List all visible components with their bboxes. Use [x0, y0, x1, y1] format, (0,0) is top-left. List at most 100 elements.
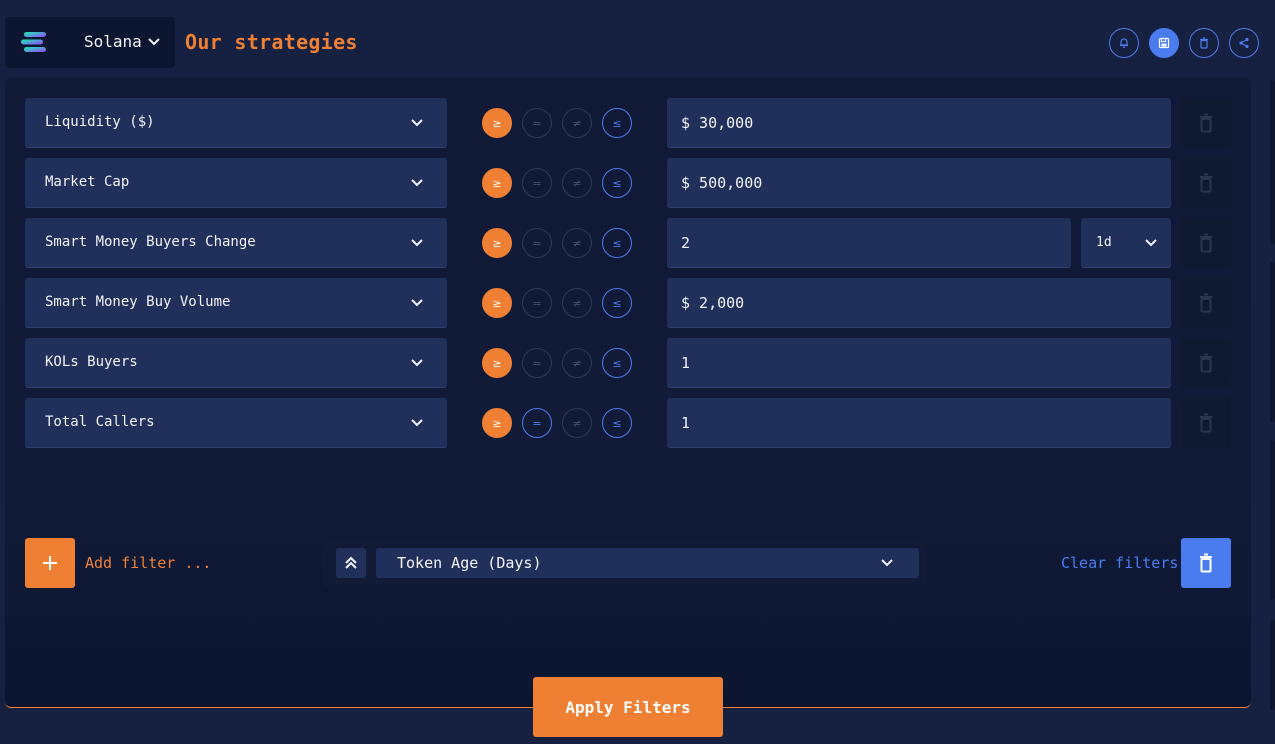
operator-gte-button[interactable]: ≥ — [482, 228, 512, 258]
filter-field-label: Smart Money Buy Volume — [45, 294, 231, 310]
filter-value-input[interactable]: $ 30,000 — [667, 98, 1171, 148]
chevron-down-icon — [411, 419, 423, 427]
operator-neq-button[interactable]: ≠ — [562, 168, 592, 198]
chain-selector[interactable]: Solana — [5, 17, 175, 68]
filter-field-label: Smart Money Buyers Change — [45, 234, 256, 250]
trash-icon — [1200, 113, 1212, 133]
page-title: Our strategies — [185, 30, 358, 54]
operator-eq-button[interactable]: = — [522, 228, 552, 258]
chevron-down-icon — [411, 359, 423, 367]
operator-lte-button[interactable]: ≤ — [602, 408, 632, 438]
filter-field-select[interactable]: Liquidity ($) — [25, 98, 447, 148]
operator-gte-button[interactable]: ≥ — [482, 168, 512, 198]
share-button[interactable] — [1229, 28, 1259, 58]
operator-eq-button[interactable]: = — [522, 408, 552, 438]
bell-icon — [1120, 38, 1128, 49]
filter-field-select[interactable]: Smart Money Buyers Change — [25, 218, 447, 268]
operator-group: ≥ = ≠ ≤ — [482, 348, 632, 378]
filter-row: Smart Money Buyers Change ≥ = ≠ ≤2 1d — [5, 218, 1251, 268]
operator-neq-button[interactable]: ≠ — [562, 228, 592, 258]
side-strip — [1270, 262, 1275, 422]
collapse-button[interactable] — [336, 548, 366, 578]
chevron-down-icon — [411, 239, 423, 247]
period-label: 1d — [1096, 235, 1112, 250]
delete-filter-button[interactable] — [1181, 98, 1231, 148]
filter-row: KOLs Buyers ≥ = ≠ ≤1 — [5, 338, 1251, 388]
operator-eq-button[interactable]: = — [522, 288, 552, 318]
operator-group: ≥ = ≠ ≤ — [482, 168, 632, 198]
operator-group: ≥ = ≠ ≤ — [482, 408, 632, 438]
preset-label: Token Age (Days) — [397, 554, 542, 572]
operator-lte-button[interactable]: ≤ — [602, 168, 632, 198]
add-filter-link[interactable]: Add filter ... — [85, 554, 211, 572]
side-strip — [1270, 440, 1275, 600]
side-strip — [1270, 80, 1275, 244]
filter-value-input[interactable]: 1 — [667, 338, 1171, 388]
operator-lte-button[interactable]: ≤ — [602, 108, 632, 138]
filter-row: Market Cap ≥ = ≠ ≤ $ 500,000 — [5, 158, 1251, 208]
trash-icon — [1200, 173, 1212, 193]
filter-value-input[interactable]: $ 500,000 — [667, 158, 1171, 208]
trash-icon — [1200, 413, 1212, 433]
clear-filters-button[interactable] — [1181, 538, 1231, 588]
delete-filter-button[interactable] — [1181, 278, 1231, 328]
delete-filter-button[interactable] — [1181, 338, 1231, 388]
chevron-down-icon — [411, 179, 423, 187]
operator-eq-button[interactable]: = — [522, 168, 552, 198]
operator-gte-button[interactable]: ≥ — [482, 408, 512, 438]
operator-lte-button[interactable]: ≤ — [602, 348, 632, 378]
operator-gte-button[interactable]: ≥ — [482, 108, 512, 138]
operator-neq-button[interactable]: ≠ — [562, 348, 592, 378]
plus-icon — [43, 556, 57, 570]
period-select[interactable]: 1d — [1081, 218, 1171, 268]
chevron-down-icon — [1145, 239, 1157, 247]
delete-filter-button[interactable] — [1181, 218, 1231, 268]
delete-strategy-button[interactable] — [1189, 28, 1219, 58]
preset-select[interactable]: Token Age (Days) — [376, 548, 919, 578]
operator-gte-button[interactable]: ≥ — [482, 288, 512, 318]
apply-filters-button[interactable]: Apply Filters — [533, 677, 723, 737]
preset-bar: Token Age (Days) — [323, 540, 927, 586]
filter-value-input[interactable]: 2 — [667, 218, 1071, 268]
filter-field-label: Liquidity ($) — [45, 114, 155, 130]
operator-gte-button[interactable]: ≥ — [482, 348, 512, 378]
double-chevron-up-icon — [345, 556, 357, 569]
filter-field-select[interactable]: KOLs Buyers — [25, 338, 447, 388]
filter-field-select[interactable]: Market Cap — [25, 158, 447, 208]
share-icon — [1239, 37, 1249, 49]
filter-field-label: Total Callers — [45, 414, 155, 430]
chevron-down-icon — [881, 559, 893, 567]
operator-neq-button[interactable]: ≠ — [562, 408, 592, 438]
chevron-down-icon — [411, 119, 423, 127]
notification-button[interactable] — [1109, 28, 1139, 58]
filter-field-select[interactable]: Total Callers — [25, 398, 447, 448]
trash-icon — [1200, 353, 1212, 373]
operator-group: ≥ = ≠ ≤ — [482, 108, 632, 138]
chevron-down-icon — [411, 299, 423, 307]
operator-neq-button[interactable]: ≠ — [562, 288, 592, 318]
delete-filter-button[interactable] — [1181, 158, 1231, 208]
chevron-down-icon — [148, 38, 160, 46]
delete-filter-button[interactable] — [1181, 398, 1231, 448]
operator-neq-button[interactable]: ≠ — [562, 108, 592, 138]
filter-row: Total Callers ≥ = ≠ ≤1 — [5, 398, 1251, 448]
save-button[interactable] — [1149, 28, 1179, 58]
trash-icon — [1200, 37, 1208, 49]
filter-value-input[interactable]: 1 — [667, 398, 1171, 448]
filter-value-input[interactable]: $ 2,000 — [667, 278, 1171, 328]
chain-name: Solana — [84, 32, 142, 51]
operator-group: ≥ = ≠ ≤ — [482, 228, 632, 258]
operator-lte-button[interactable]: ≤ — [602, 288, 632, 318]
clear-filters-link[interactable]: Clear filters — [1061, 554, 1178, 572]
filter-field-select[interactable]: Smart Money Buy Volume — [25, 278, 447, 328]
add-filter-button[interactable] — [25, 538, 75, 588]
solana-logo-icon — [21, 32, 46, 52]
operator-eq-button[interactable]: = — [522, 108, 552, 138]
save-icon — [1158, 37, 1170, 49]
operator-lte-button[interactable]: ≤ — [602, 228, 632, 258]
operator-group: ≥ = ≠ ≤ — [482, 288, 632, 318]
header-actions — [1109, 28, 1259, 58]
side-strip — [1270, 620, 1275, 710]
filter-field-label: KOLs Buyers — [45, 354, 138, 370]
operator-eq-button[interactable]: = — [522, 348, 552, 378]
